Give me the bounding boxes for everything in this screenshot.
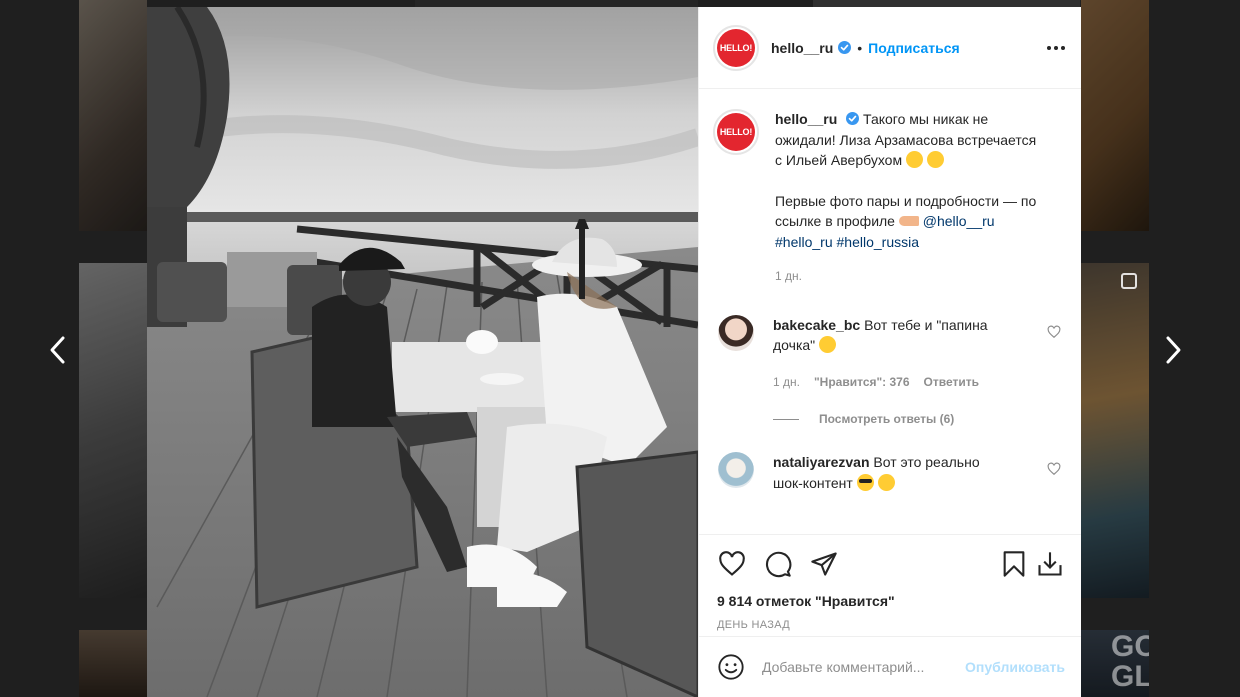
commenter-avatar[interactable] xyxy=(718,314,754,351)
action-buttons-right xyxy=(999,549,1065,579)
comment-body: bakecake_bc Вот тебе и "папина дочка" 1 … xyxy=(773,315,1013,393)
caption-paragraph: hello__ru Такого мы никак не ожидали! Ли… xyxy=(775,109,1040,171)
action-buttons xyxy=(717,547,1065,581)
pointing-hand-emoji-icon xyxy=(898,216,919,226)
caption-username[interactable]: hello__ru xyxy=(775,111,837,127)
avatar[interactable]: HELLO! xyxy=(713,24,759,71)
post-details-panel: HELLO! hello__ru • Подписаться HELLO! he… xyxy=(698,7,1081,697)
emoji-picker-icon[interactable] xyxy=(717,653,745,681)
next-post-button[interactable] xyxy=(1158,334,1188,366)
sunglasses-face-emoji-icon xyxy=(856,473,874,491)
download-button[interactable] xyxy=(1035,549,1065,579)
commenter-username[interactable]: bakecake_bc xyxy=(773,317,860,333)
view-replies-button[interactable]: Посмотреть ответы (6) xyxy=(773,412,1065,426)
view-replies-label: Посмотреть ответы (6) xyxy=(819,412,955,426)
comment-icon xyxy=(765,551,792,578)
header-user: hello__ru • Подписаться xyxy=(771,40,960,56)
more-horizontal-icon xyxy=(1047,45,1051,50)
background-post-thumbnail xyxy=(415,0,698,7)
background-post-thumbnail: GO GL xyxy=(1081,630,1149,697)
hashtag-link[interactable]: #hello_ru xyxy=(775,234,833,250)
comment-button[interactable] xyxy=(763,549,793,579)
mention-link[interactable]: @hello__ru xyxy=(923,213,995,229)
caption-time: 1 дн. xyxy=(775,269,802,283)
replies-divider xyxy=(773,418,799,420)
comment-likes[interactable]: "Нравится": 376 xyxy=(814,372,910,393)
background-post-thumbnail xyxy=(1081,263,1149,598)
comment-item: bakecake_bc Вот тебе и "папина дочка" 1 … xyxy=(713,314,1065,393)
likes-count[interactable]: 9 814 отметок "Нравится" xyxy=(717,593,1065,609)
comment-time: 1 дн. xyxy=(773,374,800,389)
carousel-icon xyxy=(1121,273,1137,289)
couple-on-terrace-photo xyxy=(147,7,698,697)
verified-badge-icon xyxy=(846,112,860,125)
avatar-logo: HELLO! xyxy=(717,28,755,67)
save-button[interactable] xyxy=(999,549,1029,579)
hashtag-link[interactable]: #hello_russia xyxy=(837,234,920,250)
caption-paragraph: Первые фото пары и подробности — по ссыл… xyxy=(775,191,1040,253)
post-modal: HELLO! hello__ru • Подписаться HELLO! he… xyxy=(147,7,1081,697)
separator-dot: • xyxy=(857,39,863,56)
reply-button[interactable]: Ответить xyxy=(924,372,979,393)
comment-input[interactable] xyxy=(762,659,966,675)
post-photo[interactable] xyxy=(147,7,698,697)
background-post-thumbnail xyxy=(1081,0,1149,231)
commenter-avatar[interactable] xyxy=(718,452,754,488)
follow-button[interactable]: Подписаться xyxy=(868,40,960,56)
paper-plane-icon xyxy=(811,552,837,576)
avatar[interactable]: HELLO! xyxy=(713,109,759,155)
background-post-thumbnail xyxy=(813,0,1080,7)
heart-icon[interactable] xyxy=(1047,462,1061,476)
verified-badge-icon xyxy=(838,41,852,54)
share-button[interactable] xyxy=(809,549,839,579)
post-header: HELLO! hello__ru • Подписаться xyxy=(699,7,1081,89)
add-comment-bar: Опубликовать xyxy=(699,636,1081,697)
comment-item: nataliyarezvan Вот это реально шок-конте… xyxy=(713,452,1065,493)
publish-button[interactable]: Опубликовать xyxy=(965,659,1065,675)
background-post-thumbnail xyxy=(79,630,147,697)
more-horizontal-icon-dot xyxy=(1054,45,1058,50)
heart-icon[interactable] xyxy=(1047,325,1061,339)
more-options-button[interactable] xyxy=(1047,40,1065,56)
background-post-thumbnail xyxy=(79,0,147,231)
rolling-laughing-emoji-icon xyxy=(819,336,837,353)
post-date: ДЕНЬ НАЗАД xyxy=(717,619,790,631)
bookmark-icon xyxy=(1003,551,1025,577)
chevron-left-icon xyxy=(50,336,65,364)
commenter-username[interactable]: nataliyarezvan xyxy=(773,454,870,470)
post-actions: 9 814 отметок "Нравится" ДЕНЬ НАЗАД xyxy=(699,534,1081,636)
like-button[interactable] xyxy=(717,549,747,579)
post-caption: HELLO! hello__ru Такого мы никак не ожид… xyxy=(713,109,1065,287)
comment-meta: 1 дн. "Нравится": 376 Ответить xyxy=(773,372,1013,393)
avatar-logo: HELLO! xyxy=(717,113,755,151)
download-icon xyxy=(1038,552,1062,576)
avatar-logo-text: HELLO! xyxy=(719,127,753,137)
comments-list[interactable]: HELLO! hello__ru Такого мы никак не ожид… xyxy=(699,89,1081,534)
flushed-face-emoji-icon xyxy=(905,151,923,168)
smiling-face-emoji-icon xyxy=(926,151,944,168)
background-tile-text: GO GL xyxy=(1111,630,1149,693)
more-horizontal-icon-dot xyxy=(1061,45,1065,50)
username-link[interactable]: hello__ru xyxy=(771,40,833,56)
chevron-right-icon xyxy=(1166,336,1181,364)
avatar-logo-text: HELLO! xyxy=(719,42,753,53)
previous-post-button[interactable] xyxy=(43,334,73,366)
caption-body: hello__ru Такого мы никак не ожидали! Ли… xyxy=(775,109,1040,287)
heart-icon xyxy=(719,551,745,576)
screaming-face-emoji-icon xyxy=(877,473,895,491)
comment-body: nataliyarezvan Вот это реально шок-конте… xyxy=(773,452,1013,493)
background-post-thumbnail xyxy=(79,263,147,598)
